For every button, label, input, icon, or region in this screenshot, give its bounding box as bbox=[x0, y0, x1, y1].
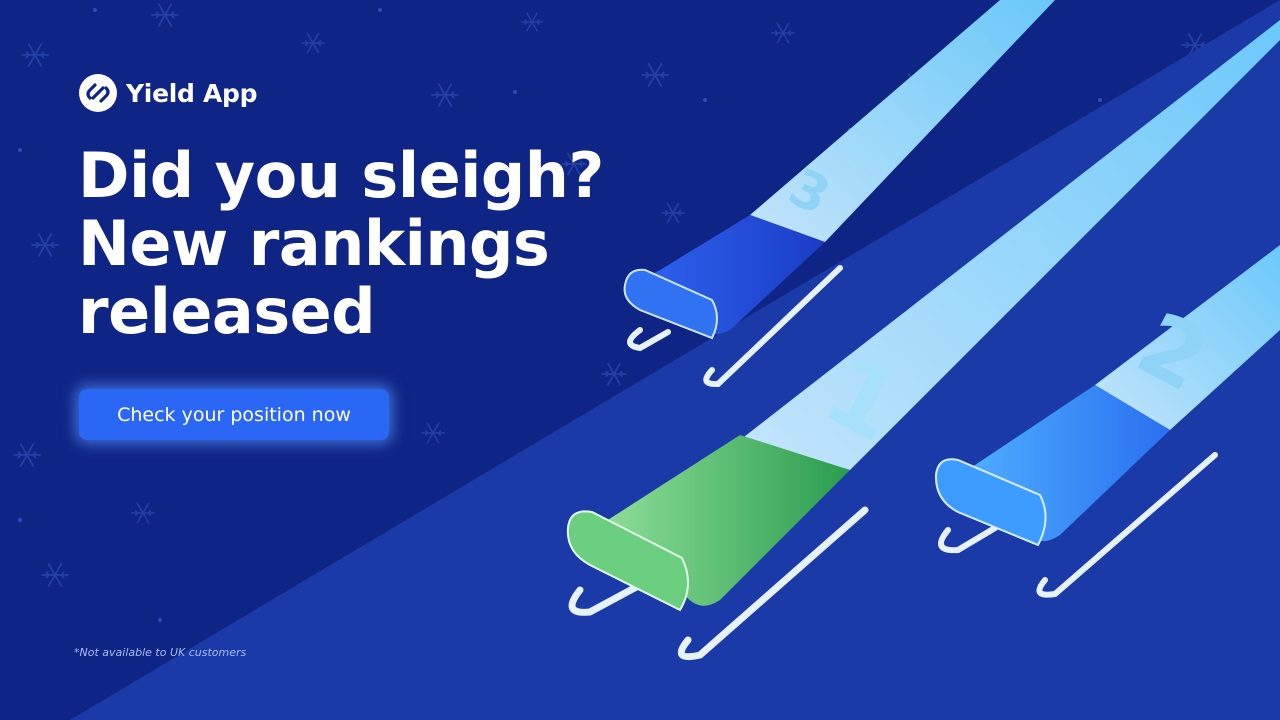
disclaimer: *Not available to UK customers bbox=[74, 646, 247, 659]
brand-logo[interactable]: Yield App bbox=[78, 73, 258, 113]
headline: Did you sleigh? New rankings released bbox=[78, 142, 604, 346]
yield-app-logo-icon bbox=[79, 74, 117, 112]
brand-name: Yield App bbox=[126, 78, 258, 108]
banner: 3 1 2 Yield App Did you sleigh? New rank… bbox=[0, 0, 1280, 720]
headline-line-1: Did you sleigh? bbox=[78, 139, 604, 212]
headline-line-2: New rankings bbox=[78, 207, 550, 280]
headline-line-3: released bbox=[78, 275, 376, 348]
check-position-button[interactable]: Check your position now bbox=[79, 389, 389, 440]
